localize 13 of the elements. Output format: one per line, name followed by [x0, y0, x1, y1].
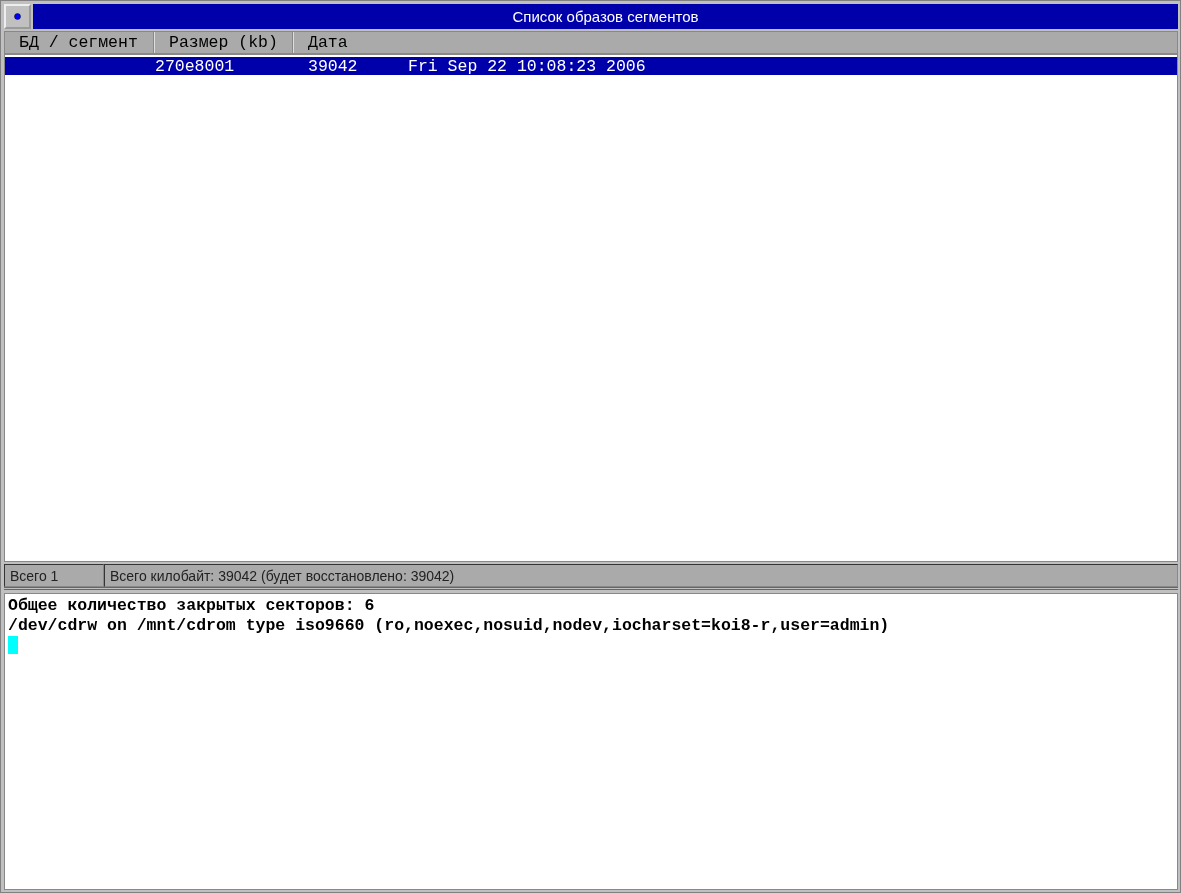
status-pane: Всего килобайт: 39042 (будет восстановлено: 39042)	[104, 564, 1178, 587]
table-row[interactable]: 270e8001 39042 Fri Sep 22 10:08:23 2006	[5, 57, 1177, 75]
window-title: Список образов сегментов	[33, 4, 1178, 29]
column-header[interactable]: Дата	[294, 32, 414, 53]
terminal-line: /dev/cdrw on /mnt/cdrom type iso9660 (ro,noexec,nosuid,nodev,iocharset=koi8-r,user=admin)	[8, 616, 891, 636]
status-pane: Всего 1	[4, 564, 104, 587]
terminal-line: Общее количество закрытых секторов: 6	[8, 596, 376, 616]
table-cell: 270e8001	[155, 57, 235, 76]
text-cursor	[8, 636, 18, 654]
table-cell-text: Fri Sep 22 10:08:23 2006	[407, 57, 646, 76]
table-cell-text: 39042	[307, 57, 358, 76]
window-menu-button[interactable]	[4, 4, 31, 29]
dot-icon	[14, 13, 21, 20]
